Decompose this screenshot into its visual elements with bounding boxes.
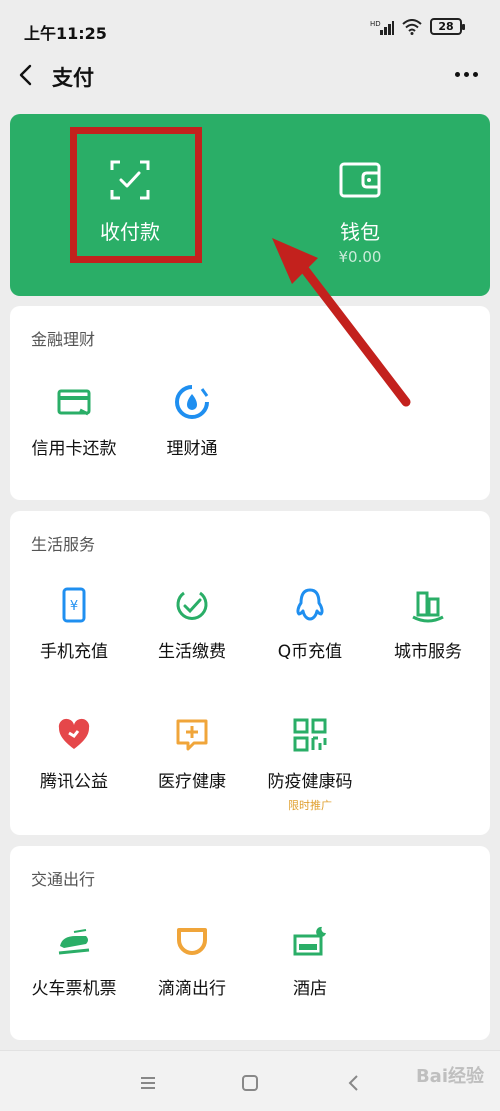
- medical-icon: [176, 719, 208, 751]
- tile-hotel[interactable]: 酒店: [250, 924, 370, 1034]
- more-button[interactable]: [455, 72, 478, 77]
- battery-indicator: 28: [430, 18, 465, 35]
- wallet-label: 钱包: [340, 220, 380, 244]
- payment-card: 收付款 钱包 ¥0.00: [10, 114, 490, 296]
- receive-pay-button[interactable]: 收付款: [10, 114, 250, 296]
- wallet-button[interactable]: 钱包 ¥0.00: [240, 114, 480, 296]
- utility-bill-icon: [176, 591, 208, 620]
- status-time: 上午11:25: [24, 24, 107, 43]
- qq-coin-icon: [296, 588, 324, 621]
- health-code-icon: [293, 718, 327, 752]
- home-icon[interactable]: [240, 1073, 260, 1093]
- back-button[interactable]: [12, 60, 42, 90]
- tile-label: 生活缴费: [158, 642, 226, 662]
- credit-card-icon: [57, 389, 91, 416]
- tile-label: 酒店: [293, 979, 327, 999]
- scan-pay-icon: [110, 160, 150, 200]
- tile-didi[interactable]: 滴滴出行: [132, 924, 252, 1034]
- status-bar: 上午11:25 HD 28: [0, 0, 500, 52]
- section-life-services: 生活服务 ¥ 手机充值 生活缴费 Q币充值 城市服务 腾讯公益 医疗健康 防疫健…: [10, 511, 490, 835]
- menu-icon[interactable]: [138, 1073, 158, 1093]
- svg-text:¥: ¥: [70, 599, 78, 614]
- status-icons: HD 28: [370, 18, 465, 35]
- section-title: 金融理财: [31, 330, 96, 349]
- tile-qq-coin[interactable]: Q币充值: [250, 587, 370, 697]
- wealth-icon: [175, 385, 209, 419]
- back-nav-icon[interactable]: [344, 1073, 364, 1093]
- tile-label: 医疗健康: [158, 772, 226, 792]
- tile-label: 滴滴出行: [158, 979, 226, 999]
- city-service-icon: [412, 591, 444, 623]
- chevron-left-icon: [19, 64, 32, 86]
- hd-label: HD: [370, 20, 381, 28]
- section-title: 生活服务: [31, 535, 96, 554]
- more-dot-icon: [464, 72, 469, 77]
- train-icon: [58, 929, 90, 955]
- section-transport: 交通出行 火车票机票 滴滴出行 酒店: [10, 846, 490, 1040]
- section-finance: 金融理财 信用卡还款 理财通: [10, 306, 490, 500]
- tile-label: 火车票机票: [31, 979, 117, 999]
- section-title: 交通出行: [31, 870, 96, 889]
- tile-health-code[interactable]: 防疫健康码 限时推广: [250, 717, 370, 827]
- didi-icon: [177, 928, 207, 955]
- page-title: 支付: [52, 66, 94, 90]
- wallet-icon: [339, 162, 381, 198]
- tile-label: 信用卡还款: [31, 439, 117, 459]
- promo-tag: 限时推广: [288, 799, 332, 812]
- tile-train-flight[interactable]: 火车票机票: [14, 924, 134, 1034]
- charity-heart-icon: [58, 718, 90, 749]
- tile-medical-health[interactable]: 医疗健康: [132, 717, 252, 827]
- tile-label: 防疫健康码: [267, 772, 353, 792]
- tile-city-service[interactable]: 城市服务: [368, 587, 488, 697]
- signal-icon: HD: [370, 20, 394, 35]
- tile-label: Q币充值: [277, 642, 343, 662]
- wallet-balance: ¥0.00: [338, 248, 382, 266]
- tile-label: 城市服务: [394, 642, 462, 662]
- tile-wealth[interactable]: 理财通: [132, 384, 252, 494]
- nav-bar: 支付: [0, 52, 500, 100]
- more-dot-icon: [455, 72, 460, 77]
- tile-label: 理财通: [166, 439, 218, 459]
- tile-utility-bill[interactable]: 生活缴费: [132, 587, 252, 697]
- tile-label: 手机充值: [40, 642, 108, 662]
- hotel-icon: [293, 926, 326, 956]
- system-nav-bar: [0, 1050, 500, 1111]
- more-dot-icon: [473, 72, 478, 77]
- tile-phone-topup[interactable]: ¥ 手机充值: [14, 587, 134, 697]
- receive-pay-label: 收付款: [100, 220, 160, 244]
- tile-credit-card-repayment[interactable]: 信用卡还款: [14, 384, 134, 494]
- tile-tencent-charity[interactable]: 腾讯公益: [14, 717, 134, 827]
- wifi-icon: [402, 18, 422, 35]
- tile-label: 腾讯公益: [40, 772, 108, 792]
- phone-topup-icon: ¥: [62, 587, 86, 623]
